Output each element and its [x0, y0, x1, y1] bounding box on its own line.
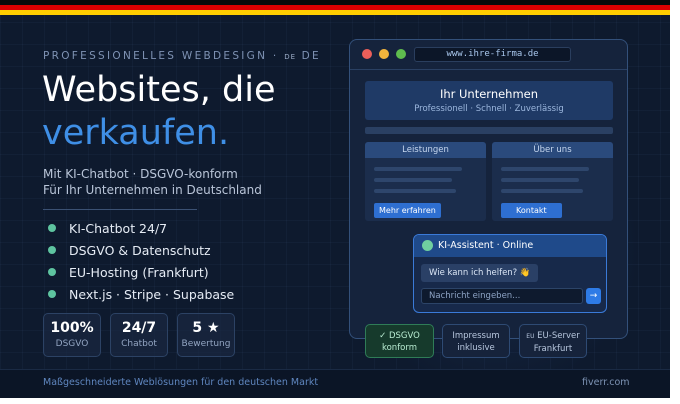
bullet-dot-icon	[48, 290, 56, 298]
text-placeholder-line	[374, 167, 462, 171]
stats-row: 100% DSGVO 24/7 Chatbot 5 ★ Bewertung	[43, 313, 244, 357]
site-card-title: Über uns	[492, 142, 613, 158]
feature-item: Next.js · Stripe · Supabase	[48, 283, 234, 305]
stat-card: 24/7 Chatbot	[110, 313, 168, 357]
text-placeholder-line	[374, 178, 452, 182]
site-card-leistungen: Leistungen Mehr erfahren	[365, 142, 486, 221]
stat-value: 24/7	[121, 320, 157, 336]
eyebrow-label: PROFESSIONELLES WEBDESIGN · DE DE	[43, 50, 321, 62]
footer-tagline: Maßgeschneiderte Weblösungen für den deu…	[43, 377, 319, 388]
feature-item: DSGVO & Datenschutz	[48, 239, 234, 261]
divider	[43, 209, 197, 210]
text-placeholder-line	[501, 167, 589, 171]
badge-line2: inklusive	[457, 343, 495, 353]
stat-card: 5 ★ Bewertung	[177, 313, 235, 357]
eyebrow-suffix: DE	[301, 50, 321, 62]
online-status-icon	[422, 240, 433, 251]
badge-line1: EU EU-Server	[520, 330, 586, 343]
headline-line1: Websites, die	[42, 70, 276, 110]
site-hero: Ihr Unternehmen Professionell · Schnell …	[365, 81, 613, 120]
stat-label: DSGVO	[55, 339, 89, 349]
address-bar: www.ihre-firma.de	[414, 47, 571, 62]
feature-label: Next.js · Stripe · Supabase	[69, 286, 235, 302]
site-nav-placeholder	[365, 127, 613, 134]
text-placeholder-line	[374, 189, 456, 193]
stat-value: 5 ★	[192, 320, 220, 336]
mehr-erfahren-button[interactable]: Mehr erfahren	[374, 203, 441, 218]
site-card-title: Leistungen	[365, 142, 486, 158]
chat-widget: KI-Assistent · Online Wie kann ich helfe…	[413, 234, 607, 313]
feature-item: EU-Hosting (Frankfurt)	[48, 261, 234, 283]
chat-header: KI-Assistent · Online	[414, 235, 606, 257]
browser-titlebar: www.ihre-firma.de	[350, 40, 627, 70]
badge-line1: Impressum	[452, 331, 500, 341]
stat-card: 100% DSGVO	[43, 313, 101, 357]
banner: PROFESSIONELLES WEBDESIGN · DE DE Websit…	[0, 0, 670, 398]
feature-item: KI-Chatbot 24/7	[48, 217, 234, 239]
text-placeholder-line	[501, 189, 583, 193]
badge-line2: konform	[381, 343, 418, 353]
flag-gold-band	[0, 10, 670, 15]
site-card-ueber-uns: Über uns Kontakt	[492, 142, 613, 221]
site-hero-title: Ihr Unternehmen	[439, 87, 539, 101]
stat-label: Bewertung	[181, 339, 231, 349]
feature-label: EU-Hosting (Frankfurt)	[69, 264, 209, 280]
footer: Maßgeschneiderte Weblösungen für den deu…	[0, 369, 670, 398]
close-dot-icon	[362, 49, 372, 59]
stat-label: Chatbot	[121, 339, 157, 349]
maximize-dot-icon	[396, 49, 406, 59]
badge-dsgvo: ✓ DSGVO konform	[365, 324, 434, 358]
subtitle: Mit KI-Chatbot · DSGVO-konform Für Ihr U…	[43, 166, 262, 198]
minimize-dot-icon	[379, 49, 389, 59]
subtitle-line1: Mit KI-Chatbot · DSGVO-konform	[43, 167, 238, 181]
badge-impressum: Impressum inklusive	[442, 324, 510, 358]
flag-code: DE	[284, 53, 297, 61]
chat-title: KI-Assistent · Online	[438, 240, 534, 251]
chat-message-bubble: Wie kann ich helfen? 👋	[421, 264, 539, 282]
stat-value: 100%	[50, 320, 94, 336]
feature-list: KI-Chatbot 24/7 DSGVO & Datenschutz EU-H…	[48, 217, 234, 305]
kontakt-button[interactable]: Kontakt	[501, 203, 562, 218]
eyebrow-text: PROFESSIONELLES WEBDESIGN ·	[43, 50, 285, 62]
subtitle-line2: Für Ihr Unternehmen in Deutschland	[43, 183, 262, 197]
badge-line1: ✓ DSGVO	[379, 331, 420, 341]
bullet-dot-icon	[48, 246, 56, 254]
badge-line1-text: EU-Server	[534, 331, 580, 341]
bullet-dot-icon	[48, 224, 56, 232]
badge-line2: Frankfurt	[533, 344, 573, 354]
badge-eu-server: EU EU-Server Frankfurt	[519, 324, 587, 358]
send-arrow-icon[interactable]: →	[586, 288, 601, 304]
text-placeholder-line	[501, 178, 579, 182]
footer-link[interactable]: fiverr.com	[582, 377, 630, 388]
site-hero-subtitle: Professionell · Schnell · Zuverlässig	[414, 104, 564, 114]
feature-label: DSGVO & Datenschutz	[69, 242, 211, 258]
bullet-dot-icon	[48, 268, 56, 276]
headline-line2: verkaufen.	[42, 113, 230, 153]
feature-label: KI-Chatbot 24/7	[69, 220, 168, 236]
chat-message-input[interactable]: Nachricht eingeben...	[421, 288, 583, 304]
german-flag-stripe	[0, 0, 670, 15]
